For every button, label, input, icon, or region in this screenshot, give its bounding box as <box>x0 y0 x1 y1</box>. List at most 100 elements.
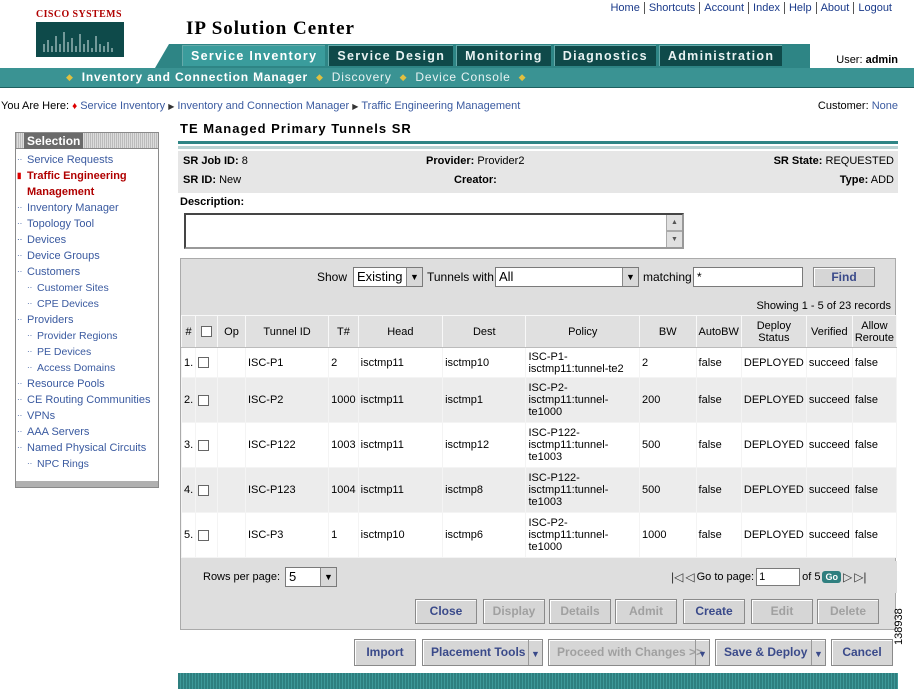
sidebar-item-vpns[interactable]: ·· VPNs <box>16 408 158 424</box>
sr-id-label: SR ID: <box>183 174 216 186</box>
description-scrollbar[interactable]: ▲ ▼ <box>666 215 682 247</box>
goto-label: Go to page: <box>696 571 755 583</box>
top-link-index[interactable]: Index <box>748 2 784 14</box>
tab-monitoring[interactable]: Monitoring <box>456 45 551 66</box>
save-deploy-button[interactable]: Save & Deploy ▼ <box>715 639 826 666</box>
find-button[interactable]: Find <box>813 267 875 287</box>
customer-value[interactable]: None <box>872 100 898 112</box>
bullet-icon: ·· <box>17 219 23 228</box>
tab-service-design[interactable]: Service Design <box>328 45 454 66</box>
sidebar-item-service-requests[interactable]: ·· Service Requests <box>16 152 158 168</box>
sidebar-item-aaa-servers[interactable]: ·· AAA Servers <box>16 424 158 440</box>
sidebar-item-traffic-engineering-management[interactable]: ▮ Traffic Engineering Management <box>16 168 158 200</box>
sidebar-item-pe-devices[interactable]: ·· PE Devices <box>16 344 158 360</box>
display-button[interactable]: Display <box>483 599 545 624</box>
cell-head: isctmp11 <box>357 422 444 468</box>
sidebar-item-providers[interactable]: ·· Providers <box>16 312 158 328</box>
sidebar-item-device-groups[interactable]: ·· Device Groups <box>16 248 158 264</box>
dropdown-arrow-icon[interactable]: ▼ <box>811 640 825 665</box>
sidebar-item-access-domains[interactable]: ·· Access Domains <box>16 360 158 376</box>
row-checkbox[interactable] <box>198 439 210 451</box>
cell-dest: isctmp6 <box>442 512 527 558</box>
sidebar-item-topology-tool[interactable]: ·· Topology Tool <box>16 216 158 232</box>
scroll-up-icon[interactable]: ▲ <box>667 215 682 231</box>
cell-autobw: false <box>695 512 742 558</box>
breadcrumb-traffic-engineering[interactable]: Traffic Engineering Management <box>361 100 520 112</box>
matching-input[interactable]: * <box>693 267 803 287</box>
proceed-with-changes-button[interactable]: Proceed with Changes >> ▼ <box>548 639 710 666</box>
cell-dest: isctmp8 <box>442 467 527 513</box>
sidebar-item-inventory-manager[interactable]: ·· Inventory Manager <box>16 200 158 216</box>
cell-dest: isctmp10 <box>442 347 527 378</box>
row-checkbox[interactable] <box>198 357 210 369</box>
top-link-logout[interactable]: Logout <box>853 2 896 14</box>
type-label: Type: <box>839 174 869 186</box>
table-row: 1. ISC-P1 2 isctmp11 isctmp10 ISC-P1-isctmp11… <box>180 347 898 378</box>
cell-t: 1003 <box>328 422 359 468</box>
create-button[interactable]: Create <box>683 599 745 624</box>
sr-type: Type: ADD <box>840 174 894 186</box>
dropdown-arrow-icon[interactable]: ▼ <box>528 640 542 665</box>
row-checkbox[interactable] <box>198 484 210 496</box>
import-button[interactable]: Import <box>354 639 416 666</box>
creator: Creator: <box>454 174 497 186</box>
tab-service-inventory[interactable]: Service Inventory <box>182 45 326 66</box>
show-select[interactable]: Existing ▼ <box>353 267 423 287</box>
sidebar-item-cpe-devices[interactable]: ·· CPE Devices <box>16 296 158 312</box>
provider-label: Provider: <box>426 155 475 167</box>
tab-diagnostics[interactable]: Diagnostics <box>553 45 656 66</box>
sidebar-item-provider-regions[interactable]: ·· Provider Regions <box>16 328 158 344</box>
sidebar-item-label: Provider Regions <box>37 330 118 342</box>
row-checkbox[interactable] <box>198 394 210 406</box>
first-page-icon[interactable]: |◁ <box>671 570 683 584</box>
sidebar-item-named-physical-circuits[interactable]: ·· Named Physical Circuits <box>16 440 158 456</box>
tab-administration[interactable]: Administration <box>658 45 783 66</box>
scroll-down-icon[interactable]: ▼ <box>667 231 682 247</box>
top-link-about[interactable]: About <box>815 2 854 14</box>
last-page-icon[interactable]: ▷| <box>854 570 866 584</box>
sidebar-item-customer-sites[interactable]: ·· Customer Sites <box>16 280 158 296</box>
cell-autobw: false <box>695 347 742 378</box>
tunnels-with-select[interactable]: All ▼ <box>495 267 639 287</box>
delete-button[interactable]: Delete <box>817 599 879 624</box>
dropdown-arrow-icon[interactable]: ▼ <box>695 640 709 665</box>
breadcrumb-service-inventory[interactable]: Service Inventory <box>80 100 165 112</box>
sidebar-item-ce-routing-communities[interactable]: ·· CE Routing Communities <box>16 392 158 408</box>
next-page-icon[interactable]: ▷ <box>843 570 852 584</box>
close-button[interactable]: Close <box>415 599 477 624</box>
go-button[interactable]: Go <box>822 571 841 583</box>
user-info: User: admin <box>836 54 898 66</box>
prev-page-icon[interactable]: ◁ <box>685 570 694 584</box>
col-tunnel-id: Tunnel ID <box>244 315 330 348</box>
subnav-discovery[interactable]: Discovery <box>332 70 392 84</box>
top-link-account[interactable]: Account <box>699 2 748 14</box>
cell-tunnel-id: ISC-P2 <box>244 377 330 423</box>
rows-per-page-select[interactable]: 5 ▼ <box>285 567 337 587</box>
sidebar-item-customers[interactable]: ·· Customers <box>16 264 158 280</box>
details-button[interactable]: Details <box>549 599 611 624</box>
row-checkbox[interactable] <box>198 529 210 541</box>
active-marker-icon: ▮ <box>17 171 22 180</box>
sr-job-id: SR Job ID: 8 <box>183 155 248 167</box>
description-textarea[interactable]: ▲ ▼ <box>184 213 684 249</box>
sidebar-item-resource-pools[interactable]: ·· Resource Pools <box>16 376 158 392</box>
subnav-inventory-and-connection-manager[interactable]: Inventory and Connection Manager <box>82 70 308 84</box>
sidebar-item-npc-rings[interactable]: ·· NPC Rings <box>16 456 158 472</box>
cancel-button[interactable]: Cancel <box>831 639 893 666</box>
admit-button[interactable]: Admit <box>615 599 677 624</box>
edit-button[interactable]: Edit <box>751 599 813 624</box>
breadcrumb-inventory-connection-manager[interactable]: Inventory and Connection Manager <box>177 100 349 112</box>
subnav-device-console[interactable]: Device Console <box>415 70 510 84</box>
top-link-help[interactable]: Help <box>783 2 816 14</box>
goto-page-input[interactable]: 1 <box>756 568 801 586</box>
cell-tunnel-id: ISC-P122 <box>244 422 330 468</box>
top-link-shortcuts[interactable]: Shortcuts <box>643 2 699 14</box>
col-autobw: AutoBW <box>695 315 742 348</box>
select-all-checkbox[interactable] <box>201 326 213 338</box>
top-link-home[interactable]: Home <box>606 2 643 14</box>
placement-tools-button[interactable]: Placement Tools ▼ <box>422 639 543 666</box>
cell-autobw: false <box>695 422 742 468</box>
sidebar-item-devices[interactable]: ·· Devices <box>16 232 158 248</box>
bullet-icon: ·· <box>17 155 23 164</box>
bullet-icon: ·· <box>27 459 33 468</box>
